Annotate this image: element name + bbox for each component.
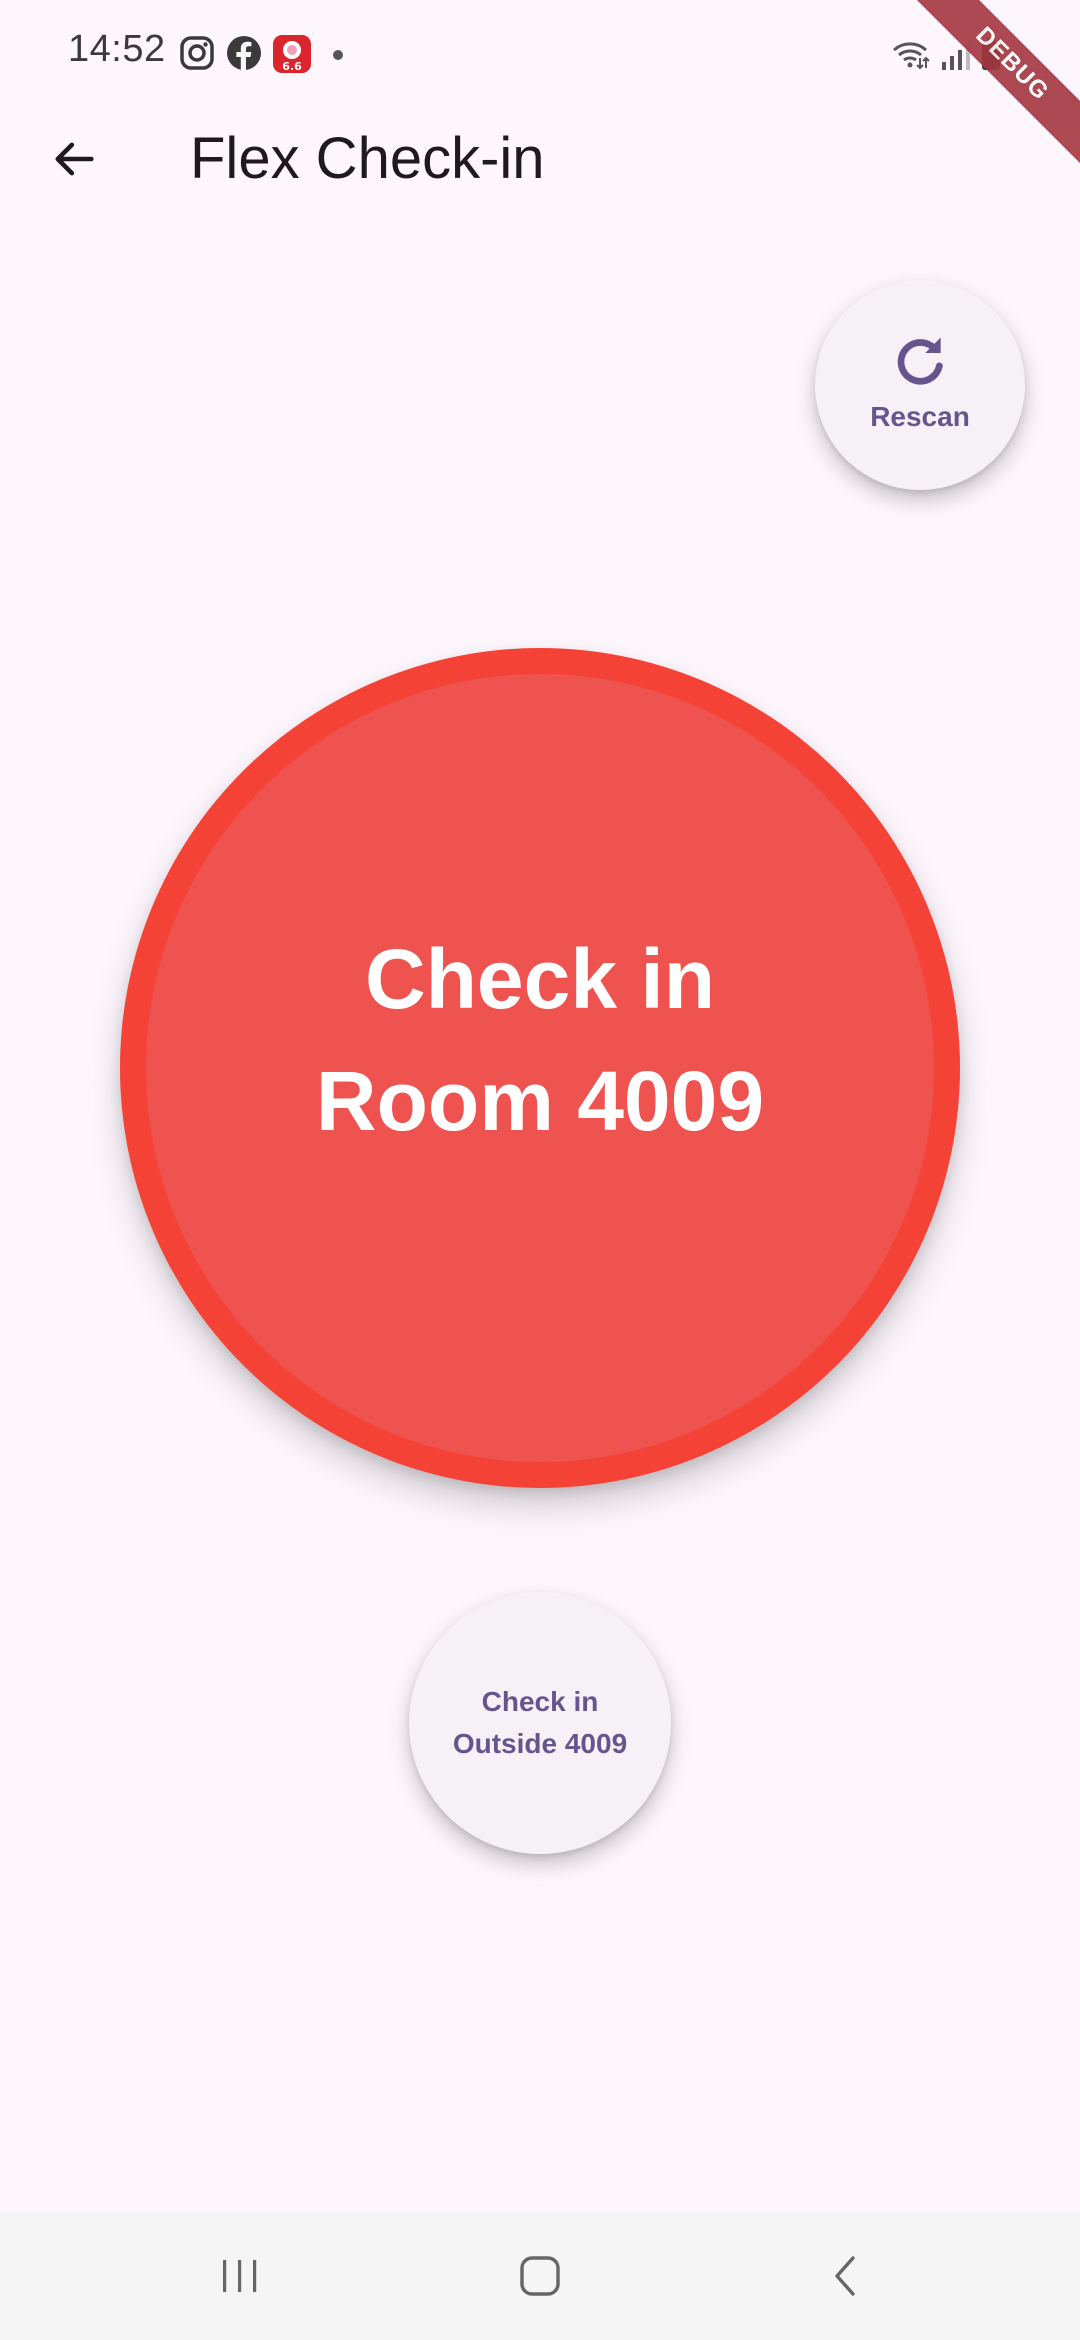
back-button[interactable] bbox=[36, 121, 112, 197]
check-in-room-line1: Check in bbox=[364, 932, 716, 1026]
refresh-icon bbox=[897, 337, 943, 385]
instagram-icon bbox=[178, 34, 216, 72]
check-in-outside-line2: Outside 4009 bbox=[452, 1728, 628, 1759]
check-in-room-inner: Check in Room 4009 bbox=[146, 674, 934, 1462]
screen: 14:52 6.6 DEBUG Flex Check-in Rescan Che… bbox=[0, 0, 1080, 2340]
battery-icon bbox=[982, 38, 1000, 70]
app-bar: Flex Check-in bbox=[0, 105, 1080, 205]
signal-icon bbox=[942, 44, 970, 70]
check-in-room-line2: Room 4009 bbox=[315, 1054, 765, 1148]
rescan-button[interactable]: Rescan bbox=[815, 280, 1025, 490]
page-title: Flex Check-in bbox=[190, 126, 545, 191]
home-icon bbox=[520, 2256, 560, 2296]
status-time: 14:52 bbox=[68, 28, 166, 70]
recent-apps-icon bbox=[223, 2260, 257, 2292]
arrow-back-icon bbox=[55, 142, 94, 176]
system-back-button[interactable] bbox=[805, 2236, 885, 2316]
check-in-outside-button[interactable]: Check in Outside 4009 bbox=[409, 1592, 671, 1854]
back-icon bbox=[835, 2256, 855, 2296]
app-notification-icon: 6.6 bbox=[272, 34, 312, 74]
home-button[interactable] bbox=[500, 2236, 580, 2316]
check-in-room-label: Check in Room 4009 bbox=[316, 918, 764, 1162]
recent-apps-button[interactable] bbox=[200, 2236, 280, 2316]
wifi-icon bbox=[893, 42, 930, 70]
check-in-room-button[interactable]: Check in Room 4009 bbox=[120, 648, 960, 1488]
system-nav-bar bbox=[0, 2212, 1080, 2340]
notification-dot bbox=[333, 50, 343, 60]
status-bar: 14:52 6.6 bbox=[0, 0, 1080, 105]
svg-text:6.6: 6.6 bbox=[282, 60, 302, 73]
facebook-icon bbox=[225, 34, 263, 72]
wifi-signal-battery-icons bbox=[893, 38, 1000, 70]
rescan-label: Rescan bbox=[870, 401, 970, 432]
check-in-outside-label: Check in Outside 4009 bbox=[453, 1681, 627, 1765]
status-right-icons bbox=[890, 34, 1010, 74]
check-in-outside-line1: Check in bbox=[481, 1686, 599, 1717]
